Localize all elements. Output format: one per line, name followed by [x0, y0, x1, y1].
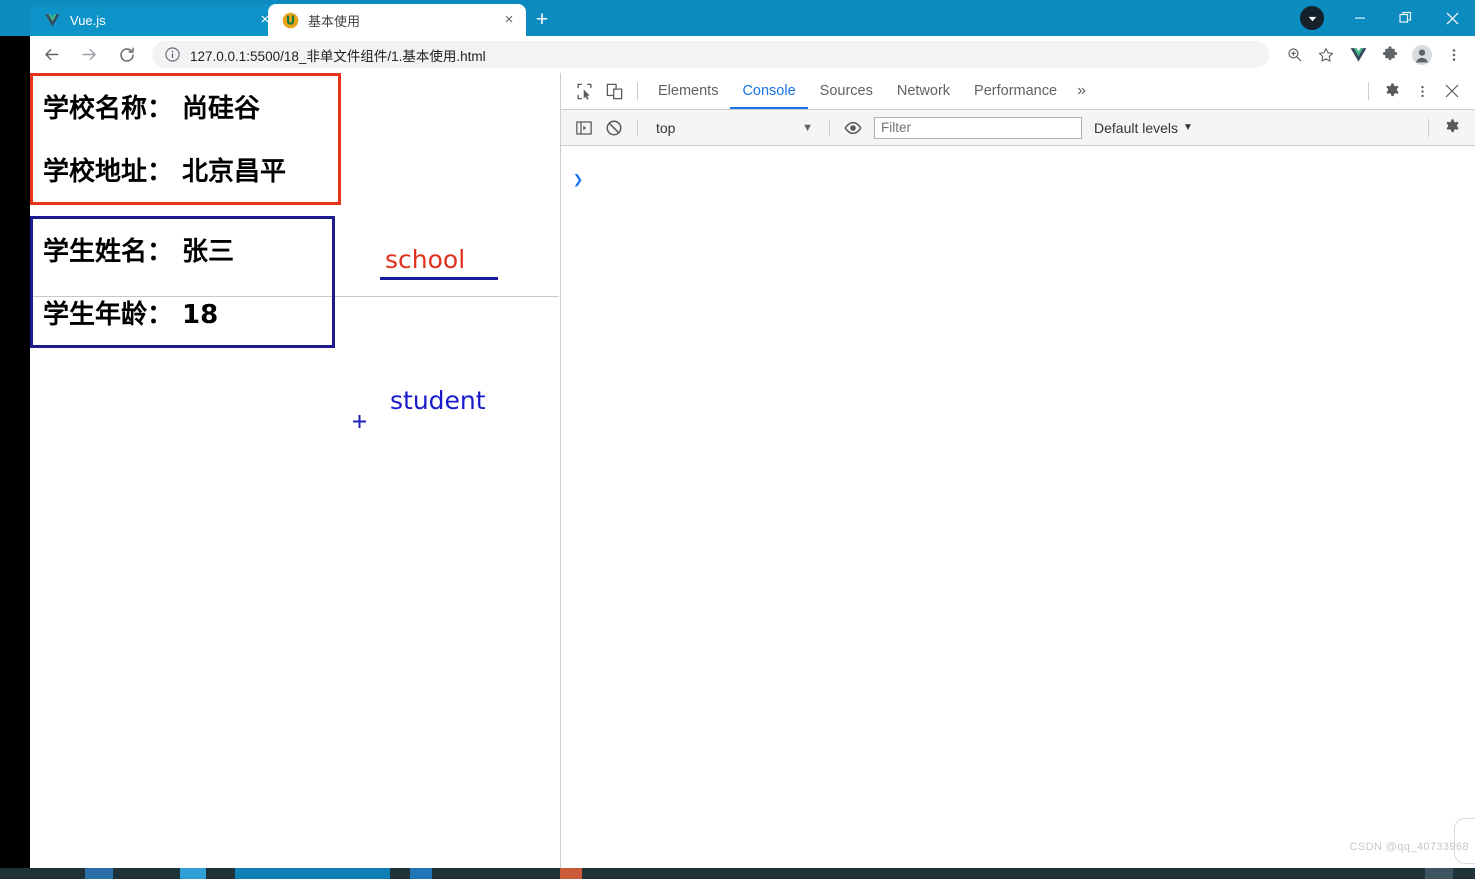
device-toolbar-icon[interactable]	[599, 76, 629, 106]
taskbar-item[interactable]	[560, 868, 582, 879]
more-tabs-chevron-icon[interactable]: »	[1069, 82, 1094, 100]
close-button[interactable]	[1429, 0, 1475, 36]
profile-avatar-icon[interactable]	[1407, 40, 1437, 70]
address-bar-url: 127.0.0.1:5500/18_非单文件组件/1.基本使用.html	[190, 45, 486, 65]
console-prompt-chevron-icon: ❯	[573, 170, 583, 190]
divider	[637, 82, 638, 100]
taskbar-item[interactable]	[1425, 868, 1453, 879]
plus-crosshair-cursor-icon	[352, 414, 367, 429]
browser-window: Vue.js × 基本使用 × +	[0, 0, 1475, 879]
download-indicator-icon[interactable]	[1300, 6, 1324, 30]
forward-arrow-icon[interactable]	[72, 40, 106, 70]
taskbar-item[interactable]	[180, 868, 206, 879]
school-component-box: 学校名称： 尚硅谷 学校地址： 北京昌平	[30, 73, 341, 205]
inspect-element-icon[interactable]	[569, 76, 599, 106]
console-toolbar: top ▼ Default levels ▼	[561, 110, 1475, 146]
browser-tab-jibenshiyong[interactable]: 基本使用 ×	[268, 4, 526, 36]
minimize-button[interactable]	[1337, 0, 1383, 36]
divider	[829, 119, 830, 137]
chevron-down-icon: ▼	[802, 122, 813, 134]
devtools-tab-network[interactable]: Network	[885, 73, 962, 109]
browser-toolbar: 127.0.0.1:5500/18_非单文件组件/1.基本使用.html	[30, 36, 1475, 73]
console-settings-gear-icon[interactable]	[1437, 113, 1467, 143]
taskbar-item[interactable]	[410, 868, 432, 879]
tab-title: 基本使用	[308, 11, 360, 30]
devtools-menu-icon[interactable]	[1407, 76, 1437, 106]
devtools-tab-performance[interactable]: Performance	[962, 73, 1069, 109]
clear-console-icon[interactable]	[599, 113, 629, 143]
content-area: 学校名称： 尚硅谷 学校地址： 北京昌平 school 学生姓名： 张三 学生年…	[30, 73, 1475, 868]
taskbar-item-active[interactable]	[235, 868, 390, 879]
new-tab-button[interactable]: +	[528, 6, 556, 34]
extensions-puzzle-icon[interactable]	[1375, 40, 1405, 70]
address-bar[interactable]: 127.0.0.1:5500/18_非单文件组件/1.基本使用.html	[152, 41, 1269, 68]
live-server-icon	[282, 12, 299, 29]
student-component-box: 学生姓名： 张三 学生年龄： 18	[30, 216, 335, 348]
zoom-icon[interactable]	[1279, 40, 1309, 70]
vue-logo-icon	[44, 12, 61, 29]
student-component-row: 学生姓名： 张三 学生年龄： 18	[30, 216, 560, 348]
csdn-watermark: CSDN @qq_40733968	[1350, 841, 1470, 853]
student-tag-label: student	[390, 386, 486, 415]
chevron-down-icon: ▼	[1183, 122, 1193, 133]
rendered-page: 学校名称： 尚硅谷 学校地址： 北京昌平 school 学生姓名： 张三 学生年…	[30, 73, 560, 868]
console-levels-select[interactable]: Default levels ▼	[1094, 120, 1193, 136]
school-component-row: 学校名称： 尚硅谷 学校地址： 北京昌平	[30, 73, 560, 205]
taskbar-item[interactable]	[85, 868, 113, 879]
tab-title: Vue.js	[70, 13, 106, 28]
tab-close-icon[interactable]: ×	[500, 11, 518, 29]
vue-devtools-icon[interactable]	[1343, 40, 1373, 70]
console-filter-input[interactable]	[874, 117, 1082, 139]
console-sidebar-icon[interactable]	[569, 113, 599, 143]
info-circle-icon[interactable]	[164, 46, 181, 63]
console-levels-label: Default levels	[1094, 120, 1178, 136]
divider	[1428, 119, 1429, 137]
devtools-tab-console[interactable]: Console	[730, 73, 807, 109]
browser-tab-vuejs[interactable]: Vue.js ×	[30, 4, 282, 36]
devtools-panel: Elements Console Sources Network Perform…	[560, 73, 1475, 868]
devtools-tab-elements[interactable]: Elements	[646, 73, 730, 109]
school-name-line: 学校名称： 尚硅谷	[43, 88, 328, 125]
school-address-line: 学校地址： 北京昌平	[43, 151, 328, 188]
windows-taskbar	[0, 868, 1475, 879]
devtools-tabbar-actions	[1360, 76, 1475, 106]
console-log-area[interactable]: ❯	[561, 146, 1475, 867]
console-context-select[interactable]: top ▼	[646, 120, 821, 136]
toolbar-actions	[1277, 40, 1475, 70]
student-age-line: 学生年龄： 18	[43, 294, 322, 331]
back-arrow-icon[interactable]	[34, 40, 68, 70]
devtools-tabbar: Elements Console Sources Network Perform…	[561, 73, 1475, 110]
live-expression-eye-icon[interactable]	[838, 113, 868, 143]
reload-icon[interactable]	[110, 40, 144, 70]
tab-strip: Vue.js × 基本使用 × +	[0, 0, 1475, 36]
student-name-line: 学生姓名： 张三	[43, 231, 322, 268]
bookmark-star-icon[interactable]	[1311, 40, 1341, 70]
close-devtools-icon[interactable]	[1437, 76, 1467, 106]
chrome-menu-icon[interactable]	[1439, 40, 1469, 70]
console-toolbar-actions	[1420, 113, 1475, 143]
settings-gear-icon[interactable]	[1377, 76, 1407, 106]
devtools-tab-sources[interactable]: Sources	[808, 73, 885, 109]
divider	[1368, 82, 1369, 100]
divider	[637, 119, 638, 137]
console-context-value: top	[656, 120, 675, 136]
restore-button[interactable]	[1383, 0, 1429, 36]
window-controls	[1337, 0, 1475, 36]
